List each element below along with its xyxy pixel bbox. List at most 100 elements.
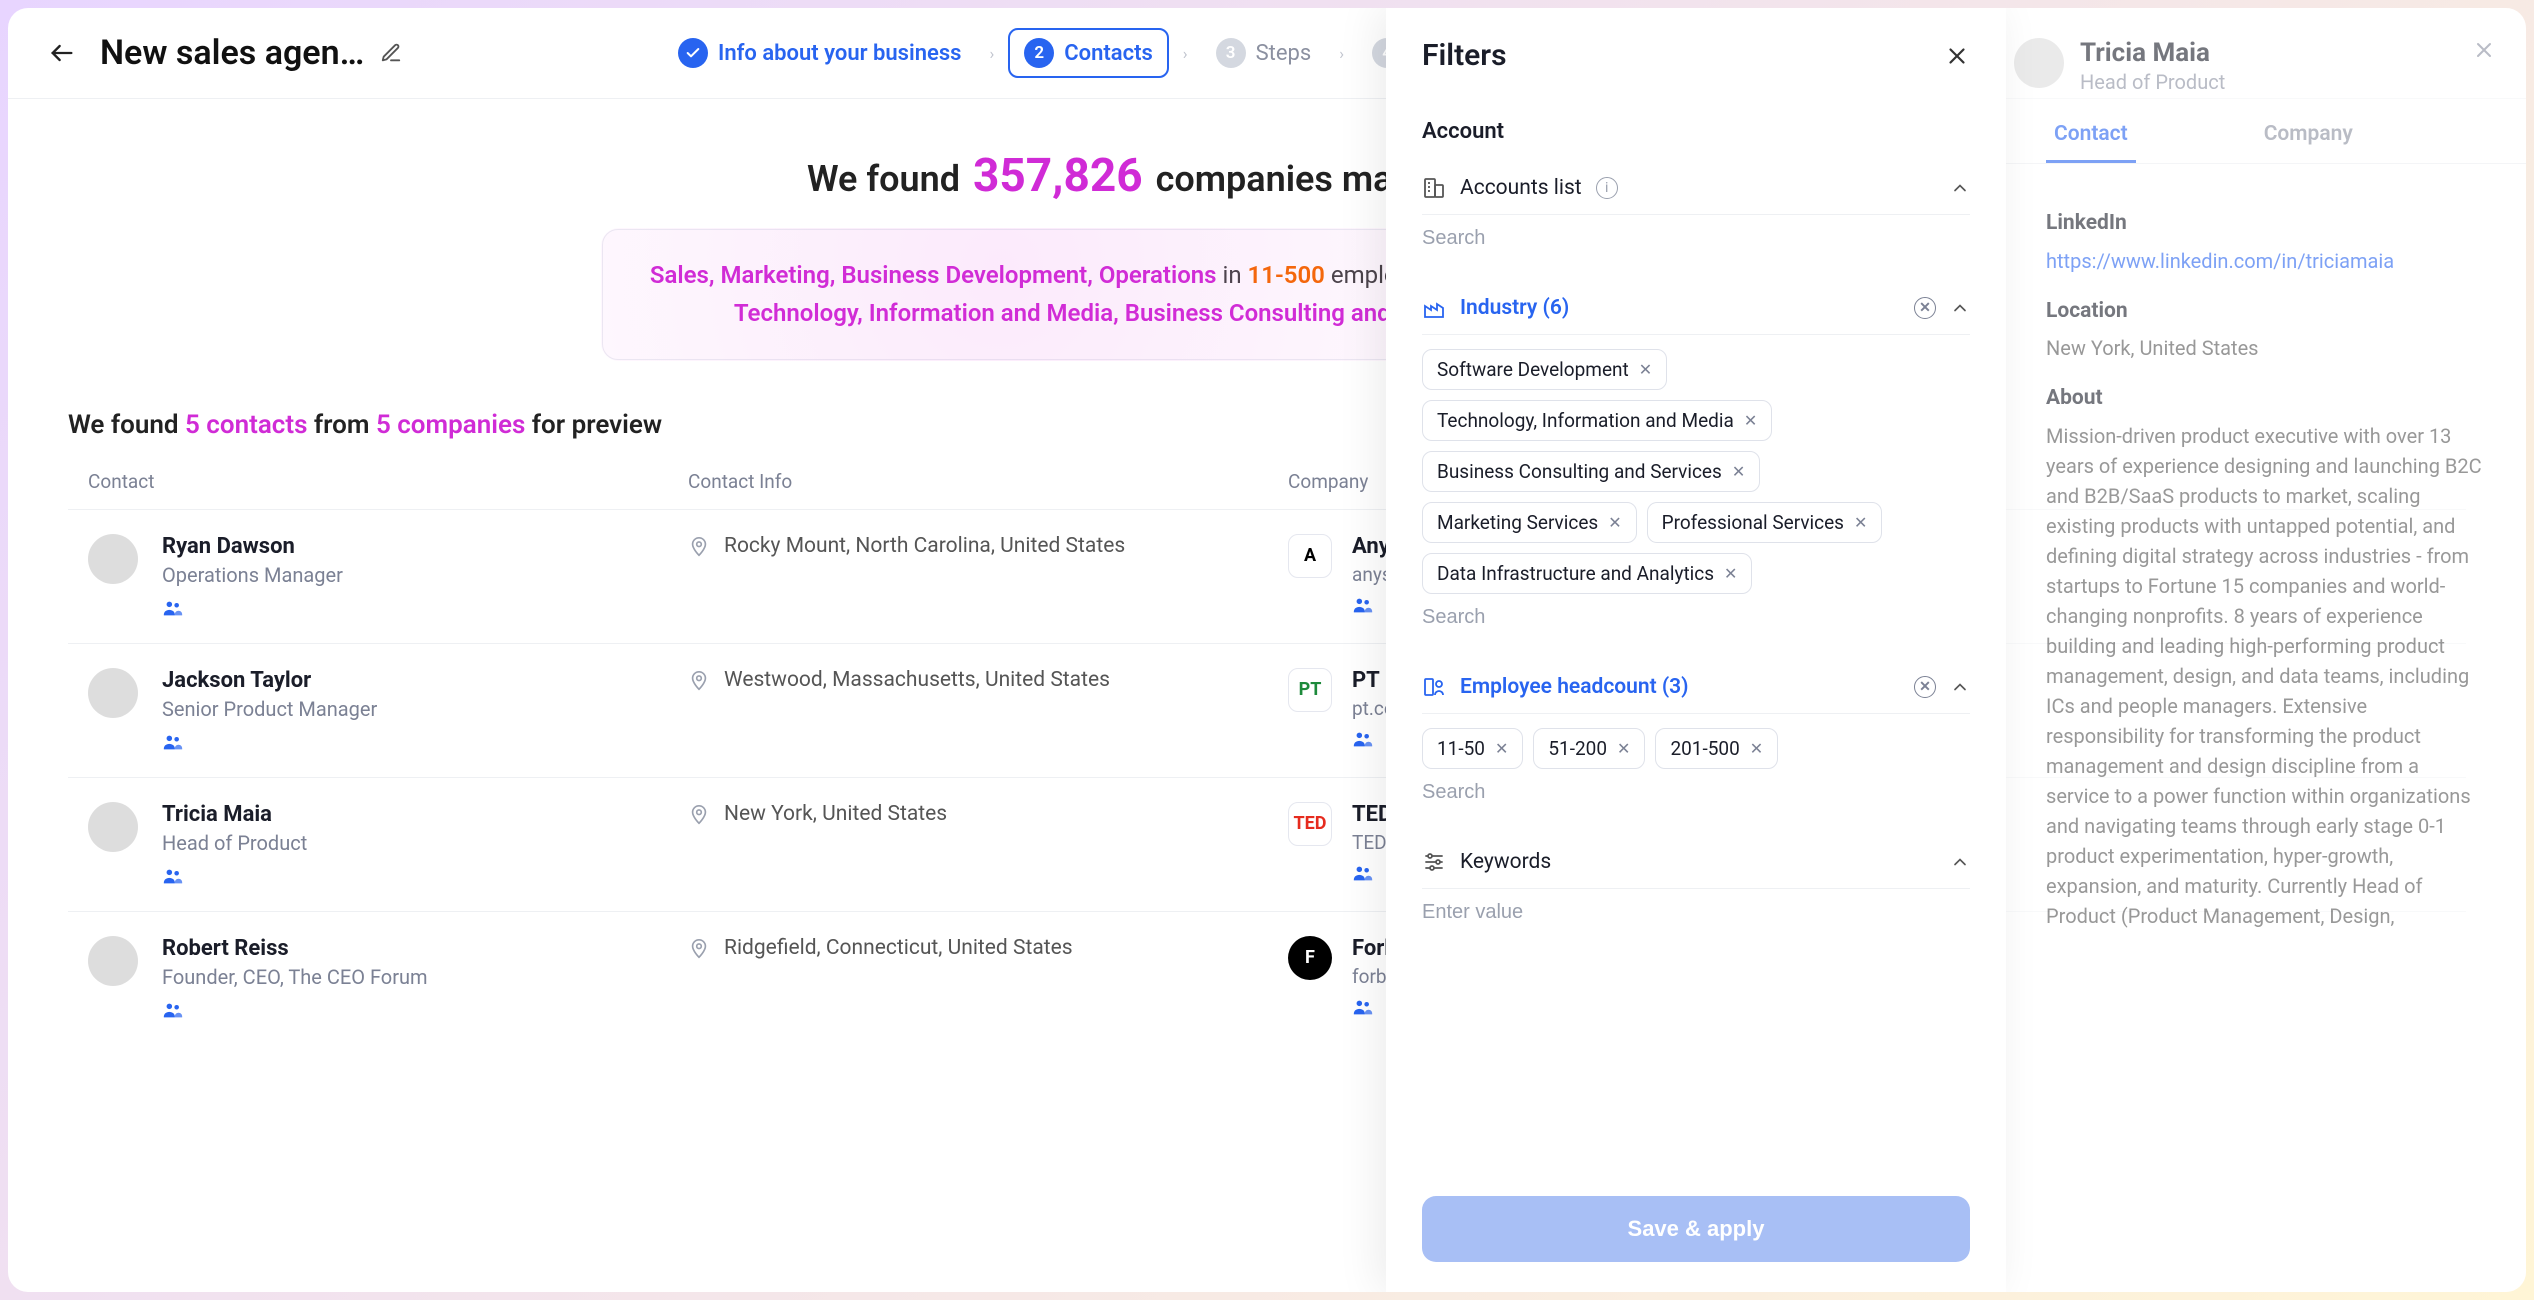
- criteria-roles: Sales, Marketing, Business Development, …: [650, 261, 1217, 289]
- company-logo: A: [1288, 534, 1332, 578]
- headcount-search-input[interactable]: [1422, 769, 1970, 816]
- step-label: Info about your business: [718, 41, 961, 66]
- chip-label: Business Consulting and Services: [1437, 460, 1722, 483]
- filter-label: Keywords: [1460, 850, 1551, 874]
- headcount-chip[interactable]: 51-200✕: [1533, 728, 1645, 769]
- step-contacts[interactable]: 2 Contacts: [1008, 28, 1169, 78]
- remove-chip-icon[interactable]: ✕: [1495, 739, 1508, 758]
- remove-chip-icon[interactable]: ✕: [1854, 513, 1867, 532]
- clear-industry-button[interactable]: ✕: [1914, 297, 1936, 319]
- contact-location: Westwood, Massachusetts, United States: [724, 668, 1110, 692]
- profile-body[interactable]: LinkedIn https://www.linkedin.com/in/tri…: [2006, 164, 2526, 955]
- chevron-up-icon[interactable]: [1950, 677, 1970, 697]
- step-number: 2: [1024, 38, 1054, 68]
- industry-chip[interactable]: Software Development✕: [1422, 349, 1667, 390]
- headcount-chips: 11-50✕51-200✕201-500✕: [1422, 728, 1970, 769]
- close-profile-button[interactable]: [2472, 38, 2496, 62]
- people-icon: [162, 999, 428, 1021]
- avatar: [88, 802, 138, 852]
- th-contact: Contact: [88, 470, 688, 493]
- filters-title: Filters: [1422, 38, 1507, 73]
- accounts-search-input[interactable]: [1422, 215, 1970, 262]
- remove-chip-icon[interactable]: ✕: [1732, 462, 1745, 481]
- contact-cell: Ryan Dawson Operations Manager: [88, 534, 688, 619]
- section-account-label: Account: [1422, 119, 1970, 144]
- info-icon[interactable]: i: [1596, 177, 1618, 199]
- chip-label: 11-50: [1437, 737, 1485, 760]
- avatar: [88, 668, 138, 718]
- linkedin-link[interactable]: https://www.linkedin.com/in/triciamaia: [2046, 249, 2394, 273]
- sliders-icon: [1422, 850, 1446, 874]
- contact-role: Founder, CEO, The CEO Forum: [162, 965, 428, 989]
- industry-chip[interactable]: Technology, Information and Media✕: [1422, 400, 1772, 441]
- chevron-up-icon[interactable]: [1950, 852, 1970, 872]
- remove-chip-icon[interactable]: ✕: [1744, 411, 1757, 430]
- profile-tabs: Contact Company: [2006, 108, 2526, 164]
- step-label: Steps: [1256, 41, 1312, 66]
- hero-count: 357,826: [973, 149, 1143, 203]
- industry-chip[interactable]: Data Infrastructure and Analytics✕: [1422, 553, 1752, 594]
- step-number: 3: [1216, 38, 1246, 68]
- keywords-input[interactable]: [1422, 889, 1970, 936]
- avatar: [88, 534, 138, 584]
- industry-chip[interactable]: Business Consulting and Services ✕: [1422, 451, 1760, 492]
- back-button[interactable]: [48, 39, 76, 67]
- headcount-icon: [1422, 675, 1446, 699]
- contact-role: Senior Product Manager: [162, 697, 377, 721]
- avatar: [2014, 38, 2064, 88]
- contact-name: Tricia Maia: [162, 802, 307, 827]
- remove-chip-icon[interactable]: ✕: [1750, 739, 1763, 758]
- clear-headcount-button[interactable]: ✕: [1914, 676, 1936, 698]
- remove-chip-icon[interactable]: ✕: [1724, 564, 1737, 583]
- tab-company[interactable]: Company: [2256, 108, 2361, 163]
- headcount-chip[interactable]: 11-50 ✕: [1422, 728, 1523, 769]
- chip-label: Marketing Services: [1437, 511, 1598, 534]
- industry-chips: Software Development✕ Technology, Informa…: [1422, 349, 1970, 594]
- headcount-chip[interactable]: 201-500✕: [1655, 728, 1778, 769]
- filter-keywords[interactable]: Keywords: [1422, 836, 1970, 889]
- industry-chip[interactable]: Marketing Services ✕: [1422, 502, 1637, 543]
- chip-label: Professional Services: [1662, 511, 1844, 534]
- close-filters-button[interactable]: [1944, 43, 1970, 69]
- filters-header: Filters: [1386, 8, 2006, 83]
- hero-prefix: We found: [807, 158, 960, 200]
- profile-role: Head of Product: [2080, 70, 2225, 94]
- filter-industry[interactable]: Industry (6) ✕: [1422, 282, 1970, 335]
- info-cell: Ridgefield, Connecticut, United States: [688, 936, 1288, 960]
- contact-role: Operations Manager: [162, 563, 343, 587]
- chevron-up-icon[interactable]: [1950, 298, 1970, 318]
- preview-mid: from: [307, 410, 375, 440]
- company-logo: PT: [1288, 668, 1332, 712]
- save-apply-button[interactable]: Save & apply: [1422, 1196, 1970, 1262]
- contact-cell: Jackson Taylor Senior Product Manager: [88, 668, 688, 753]
- step-steps[interactable]: 3 Steps: [1202, 30, 1326, 76]
- edit-title-button[interactable]: [380, 42, 402, 64]
- industry-chip[interactable]: Professional Services ✕: [1647, 502, 1883, 543]
- building-icon: [1422, 176, 1446, 200]
- contact-name: Ryan Dawson: [162, 534, 343, 559]
- linkedin-label: LinkedIn: [2046, 208, 2486, 240]
- step-info[interactable]: Info about your business: [664, 30, 975, 76]
- filter-accounts-list[interactable]: Accounts list i: [1422, 162, 1970, 215]
- preview-prefix: We found: [68, 410, 185, 440]
- pin-icon: [688, 670, 710, 692]
- remove-chip-icon[interactable]: ✕: [1639, 360, 1652, 379]
- profile-panel: Tricia Maia Head of Product Contact Comp…: [2006, 8, 2526, 1292]
- remove-chip-icon[interactable]: ✕: [1617, 739, 1630, 758]
- industry-search-input[interactable]: [1422, 594, 1970, 641]
- filter-headcount[interactable]: Employee headcount (3) ✕: [1422, 661, 1970, 714]
- criteria-size: 11-500: [1248, 261, 1325, 289]
- filter-label: Accounts list: [1460, 176, 1582, 200]
- chevron-right-icon: ›: [1183, 44, 1188, 63]
- profile-name: Tricia Maia: [2080, 38, 2225, 68]
- app-root: New sales agen… Info about your business…: [8, 8, 2526, 1292]
- remove-chip-icon[interactable]: ✕: [1608, 513, 1621, 532]
- pin-icon: [688, 536, 710, 558]
- th-info: Contact Info: [688, 470, 1288, 493]
- contact-location: Rocky Mount, North Carolina, United Stat…: [724, 534, 1125, 558]
- close-icon: [1944, 43, 1970, 69]
- filters-body[interactable]: Account Accounts list i Industry (6) ✕: [1386, 83, 2006, 1176]
- tab-contact[interactable]: Contact: [2046, 108, 2136, 163]
- chevron-up-icon[interactable]: [1950, 178, 1970, 198]
- contact-cell: Robert Reiss Founder, CEO, The CEO Forum: [88, 936, 688, 1021]
